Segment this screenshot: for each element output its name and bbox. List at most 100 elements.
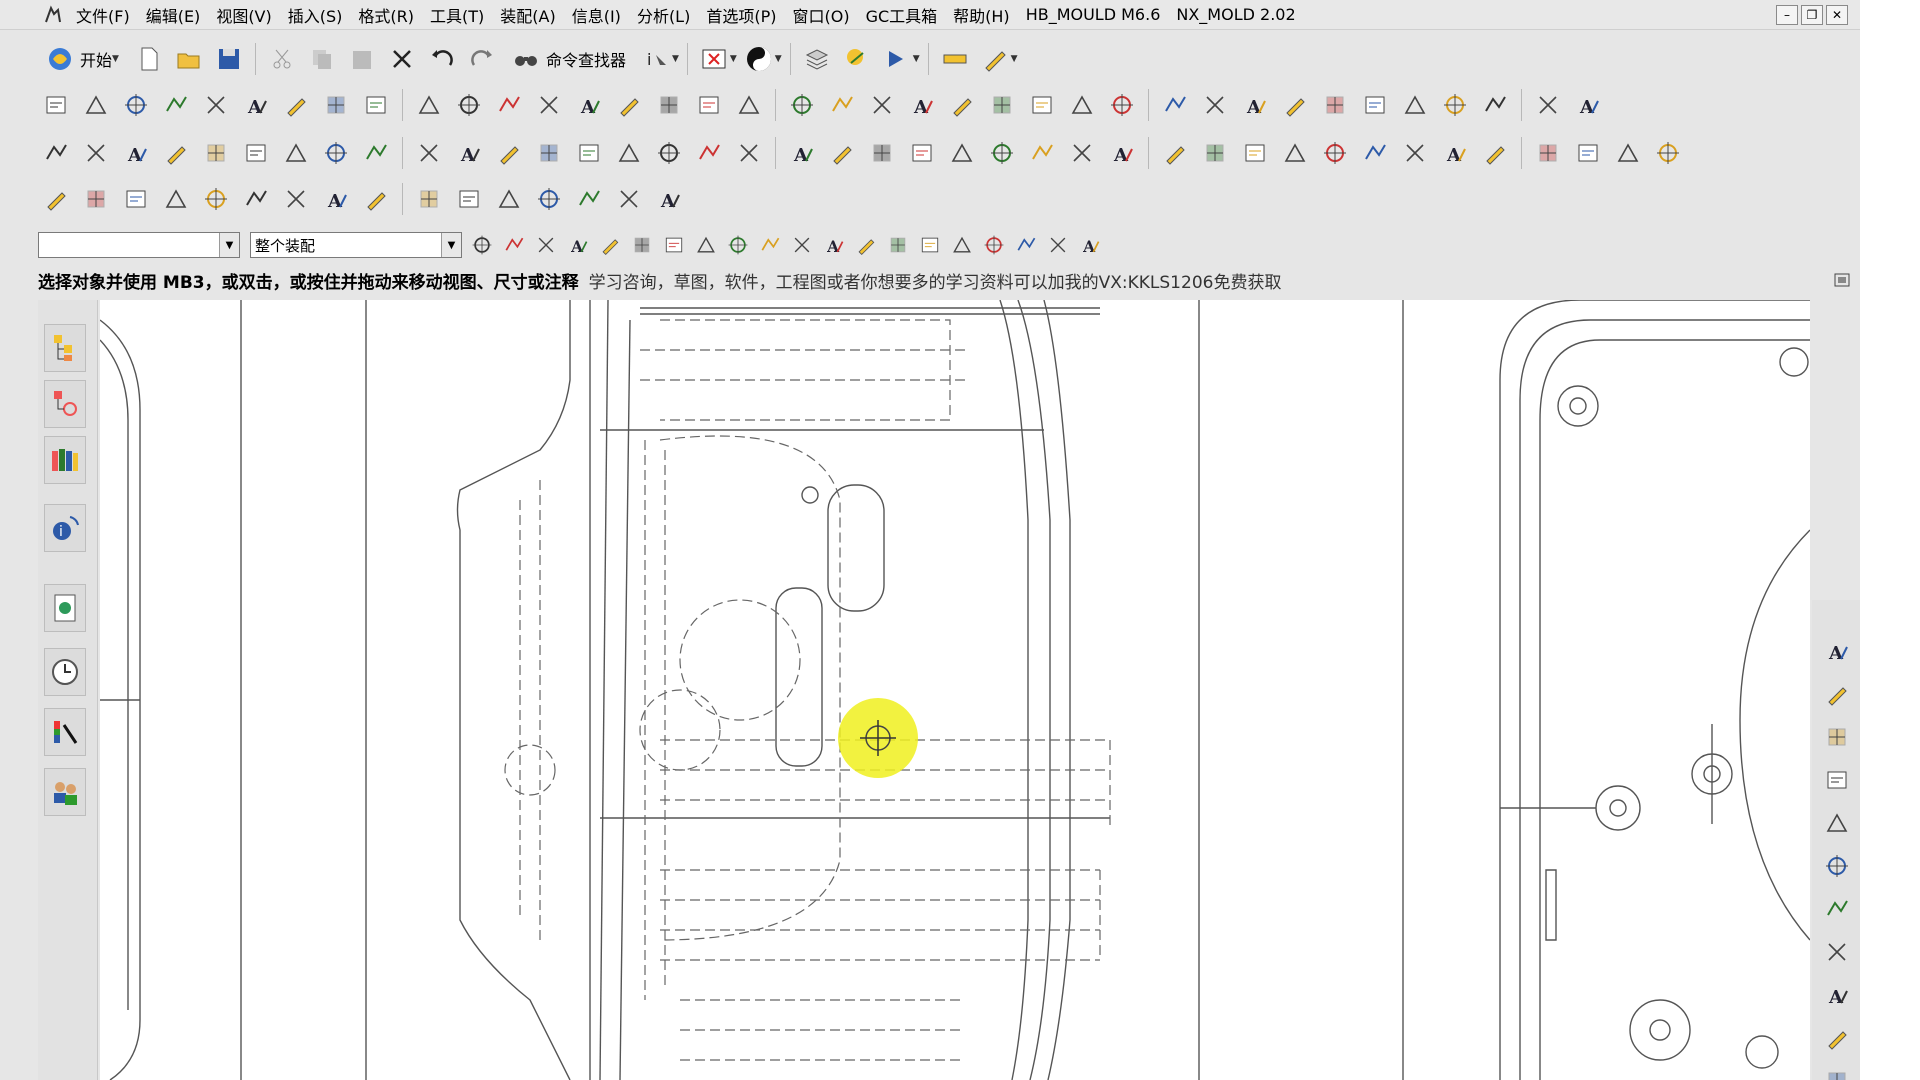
annotation-tool-button[interactable] [358,135,394,171]
drafting-tool-button[interactable] [1357,87,1393,123]
annotation-tool-button[interactable] [1530,135,1566,171]
drafting-tool-button[interactable] [1530,87,1566,123]
drafting-tool-button[interactable] [1157,87,1193,123]
snap-point-button[interactable] [884,231,912,259]
drafting-tool-button[interactable] [1317,87,1353,123]
mold-tool-button[interactable] [1820,763,1854,797]
annotation-tool-button[interactable] [1064,135,1100,171]
copy-button[interactable] [304,41,340,77]
drafting-tool-button[interactable] [824,87,860,123]
snap-point-button[interactable] [1012,231,1040,259]
snap-point-button[interactable] [724,231,752,259]
annotation-tool-button[interactable] [1237,135,1273,171]
close-button[interactable]: ✕ [1826,5,1848,25]
menu-insert[interactable]: 插入(S) [280,3,351,27]
drafting-tool-button[interactable] [358,87,394,123]
drafting-tool-button[interactable] [984,87,1020,123]
drafting-tool-button[interactable] [1024,87,1060,123]
menu-window[interactable]: 窗口(O) [784,3,857,27]
drafting-tool-button[interactable]: A [238,87,274,123]
dimension-tool-button[interactable] [238,181,274,217]
annotation-tool-button[interactable] [531,135,567,171]
dimension-tool-button[interactable] [571,181,607,217]
info-button[interactable]: i [638,41,674,77]
cut-button[interactable] [264,41,300,77]
annotation-tool-button[interactable] [238,135,274,171]
snap-point-button[interactable] [660,231,688,259]
annotation-tool-button[interactable] [1397,135,1433,171]
dimension-tool-button[interactable] [278,181,314,217]
layer-settings-button[interactable] [799,41,835,77]
drafting-tool-button[interactable] [531,87,567,123]
history-tab[interactable] [44,648,86,696]
snap-point-button[interactable] [1044,231,1072,259]
drafting-tool-button[interactable] [691,87,727,123]
drafting-tool-button[interactable] [411,87,447,123]
measure-button[interactable] [937,41,973,77]
snap-point-button[interactable] [788,231,816,259]
snap-point-button[interactable]: A [1076,231,1104,259]
annotation-tool-button[interactable] [571,135,607,171]
drafting-tool-button[interactable]: A [1570,87,1606,123]
annotation-tool-button[interactable] [944,135,980,171]
delete-button[interactable] [384,41,420,77]
annotation-tool-button[interactable] [904,135,940,171]
annotation-tool-button[interactable] [78,135,114,171]
snap-point-button[interactable] [916,231,944,259]
annotation-tool-button[interactable] [1024,135,1060,171]
mold-tool-button[interactable] [1820,806,1854,840]
dimension-tool-button[interactable] [531,181,567,217]
drafting-tool-button[interactable]: A [571,87,607,123]
menu-nx-mold[interactable]: NX_MOLD 2.02 [1168,5,1303,24]
dimension-tool-button[interactable] [411,181,447,217]
open-button[interactable] [171,41,207,77]
drafting-tool-button[interactable] [158,87,194,123]
menu-format[interactable]: 格式(R) [350,3,422,27]
annotation-tool-button[interactable] [691,135,727,171]
menu-hb-mould[interactable]: HB_MOULD M6.6 [1018,5,1169,24]
dimension-tool-button[interactable] [491,181,527,217]
drafting-tool-button[interactable] [731,87,767,123]
snap-point-button[interactable] [468,231,496,259]
drafting-tool-button[interactable] [1397,87,1433,123]
drafting-tool-button[interactable] [451,87,487,123]
paste-button[interactable] [344,41,380,77]
annotation-tool-button[interactable]: A [118,135,154,171]
annotation-tool-button[interactable] [1570,135,1606,171]
drafting-tool-button[interactable] [491,87,527,123]
menu-view[interactable]: 视图(V) [208,3,279,27]
dimension-tool-button[interactable] [198,181,234,217]
annotation-tool-button[interactable] [38,135,74,171]
drafting-tool-button[interactable] [118,87,154,123]
menu-file[interactable]: 文件(F) [68,3,138,27]
annotation-tool-button[interactable]: A [784,135,820,171]
annotation-tool-button[interactable] [1650,135,1686,171]
drafting-tool-button[interactable] [1437,87,1473,123]
annotation-tool-button[interactable] [1317,135,1353,171]
fit-view-button[interactable] [696,41,732,77]
system-materials-tab[interactable] [44,708,86,756]
dimension-tool-button[interactable] [38,181,74,217]
reuse-library-tab[interactable] [44,436,86,484]
drafting-tool-button[interactable] [1064,87,1100,123]
mold-tool-button[interactable] [1820,892,1854,926]
annotation-tool-button[interactable] [1477,135,1513,171]
drafting-tool-button[interactable] [864,87,900,123]
snap-point-button[interactable] [852,231,880,259]
annotation-tool-button[interactable]: A [451,135,487,171]
selection-scope-dropdown[interactable]: 整个装配 ▼ [250,232,462,258]
dimension-tool-button[interactable] [358,181,394,217]
snap-point-button[interactable]: A [564,231,592,259]
drafting-tool-button[interactable] [38,87,74,123]
constraint-navigator-tab[interactable] [44,380,86,428]
annotation-tool-button[interactable] [278,135,314,171]
snap-point-button[interactable] [500,231,528,259]
menu-tools[interactable]: 工具(T) [422,3,492,27]
menu-analysis[interactable]: 分析(L) [629,3,698,27]
snap-point-button[interactable] [756,231,784,259]
snap-point-button[interactable] [628,231,656,259]
dimension-tool-button[interactable] [158,181,194,217]
snap-point-button[interactable] [948,231,976,259]
mold-tool-button[interactable]: A [1820,978,1854,1012]
dimension-tool-button[interactable]: A [318,181,354,217]
